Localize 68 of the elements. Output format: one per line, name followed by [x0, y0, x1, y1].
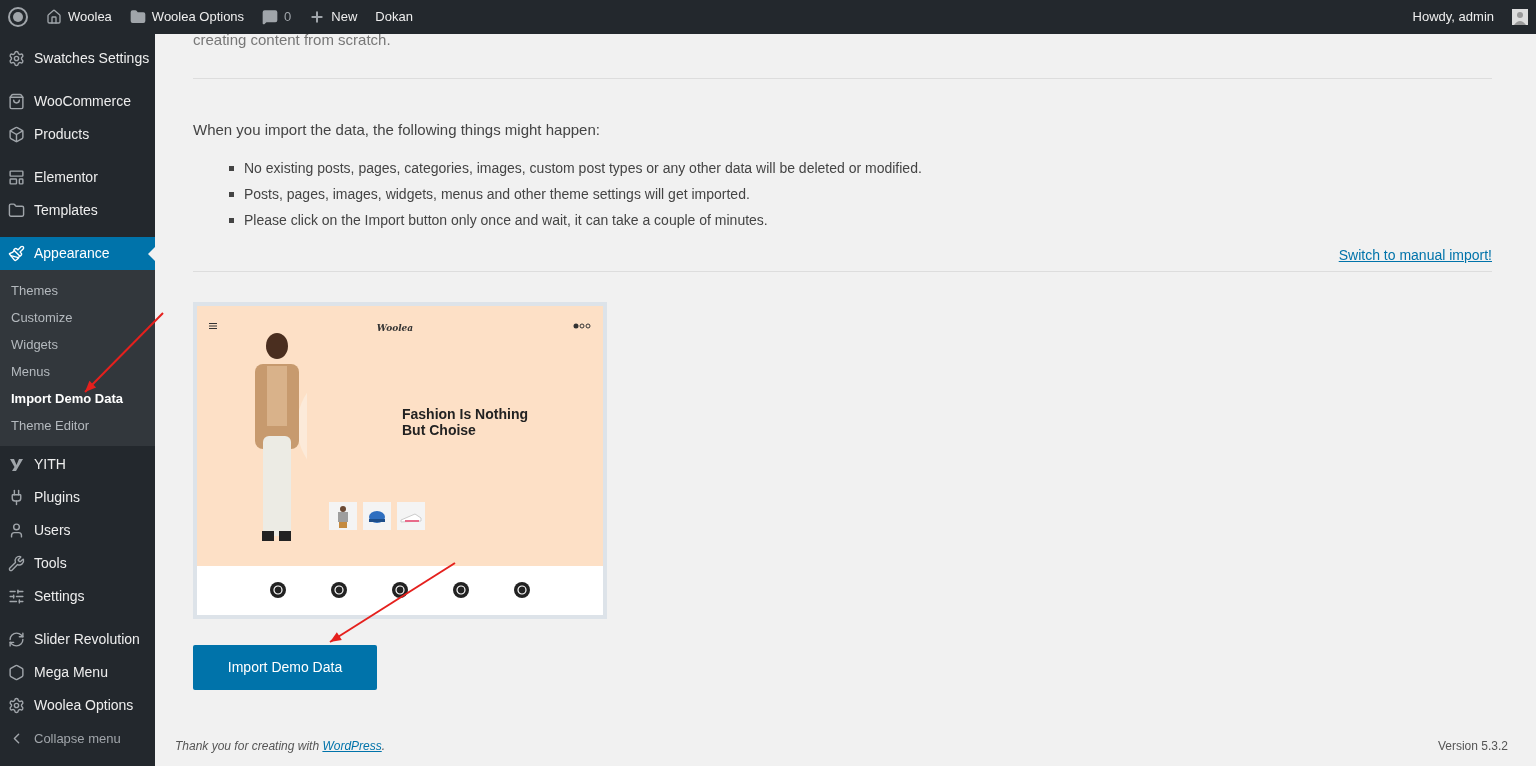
headline: But Choise: [402, 421, 476, 438]
emblem-icon: [452, 581, 471, 599]
wrench-icon: [8, 555, 25, 572]
menu-item[interactable]: Slider Revolution: [0, 623, 155, 656]
menu-link[interactable]: Dokan: [375, 7, 413, 27]
shop-logo: Woolea: [376, 322, 414, 333]
footer-text: Thank you for creating with WordPress.: [175, 738, 386, 755]
version-text: Version 5.3.2: [1437, 738, 1508, 755]
emblem-icon: [390, 581, 409, 599]
brush-icon: [8, 245, 25, 262]
import-button[interactable]: Import Demo Data: [193, 644, 377, 690]
submenu-item[interactable]: Customize: [0, 304, 155, 331]
manual-import-link[interactable]: Switch to manual import!: [1338, 244, 1492, 266]
list-item-text: No existing posts, pages, categories, images, custom post types or any other data will be deleted or modified.: [244, 158, 922, 178]
avatar-icon: [1512, 9, 1528, 25]
folder-icon: [8, 202, 25, 219]
headline: Fashion Is Nothing: [402, 405, 528, 422]
folder-icon: [129, 9, 146, 25]
list-item-text: Please click on the Import button only once and wait, it can take a couple of minutes.: [244, 210, 768, 230]
emblem-icon: [329, 581, 348, 599]
menu-item[interactable]: Swatches Settings: [0, 42, 155, 75]
bullet-icon: [229, 165, 234, 171]
new-link[interactable]: New: [309, 7, 358, 27]
emblem-icon: [268, 581, 287, 599]
menu-item[interactable]: YITH: [0, 448, 155, 481]
submenu-item[interactable]: Import Demo Data: [0, 385, 155, 412]
bullet-icon: [229, 217, 234, 223]
letter-y-icon: [8, 456, 25, 473]
wordpress-link[interactable]: WordPress: [322, 739, 382, 753]
options-link[interactable]: Woolea Options: [129, 7, 245, 27]
bullet-icon: [229, 191, 234, 197]
menu-item[interactable]: Elementor: [0, 161, 155, 194]
menu-item[interactable]: WooCommerce: [0, 85, 155, 118]
menu-item[interactable]: Appearance: [0, 237, 155, 270]
layout-icon: [8, 169, 25, 186]
menu-icon: [209, 322, 217, 329]
intro-text-end: creating content from scratch.: [193, 32, 392, 48]
current-pointer-icon: [148, 247, 155, 261]
menu-item[interactable]: Mega Menu: [0, 656, 155, 689]
user-icon: [8, 522, 25, 539]
box-icon: [8, 126, 25, 143]
gear-icon: [8, 50, 25, 67]
submenu-item[interactable]: Themes: [0, 277, 155, 304]
account-link[interactable]: Howdy, admin: [1412, 7, 1494, 27]
refresh-icon: [8, 631, 25, 648]
submenu-item[interactable]: Widgets: [0, 331, 155, 358]
submenu-item[interactable]: Menus: [0, 358, 155, 385]
menu-item[interactable]: Woolea Options: [0, 689, 155, 722]
menu-item[interactable]: Products: [0, 118, 155, 151]
menu-item[interactable]: Templates: [0, 194, 155, 227]
menu-item[interactable]: Tools: [0, 547, 155, 580]
menu-item[interactable]: Settings: [0, 580, 155, 613]
gear-icon: [8, 697, 25, 714]
comments-link[interactable]: 0: [262, 7, 292, 27]
list-item-text: Posts, pages, images, widgets, menus and other theme settings will get imported.: [244, 184, 750, 204]
submenu-item[interactable]: Theme Editor: [0, 412, 155, 439]
menu-item[interactable]: Users: [0, 514, 155, 547]
site-link[interactable]: Woolea: [46, 7, 112, 27]
wordpress-logo-icon[interactable]: [8, 7, 28, 27]
hexagon-icon: [8, 664, 25, 681]
intro-text: When you import the data, the following things might happen:: [193, 120, 601, 140]
comment-icon: [262, 9, 279, 25]
sliders-icon: [8, 588, 25, 605]
collapse-button[interactable]: Collapse menu: [0, 722, 155, 755]
emblem-icon: [513, 581, 532, 599]
home-icon: [46, 9, 62, 25]
bag-icon: [8, 93, 25, 110]
menu-item[interactable]: Plugins: [0, 481, 155, 514]
